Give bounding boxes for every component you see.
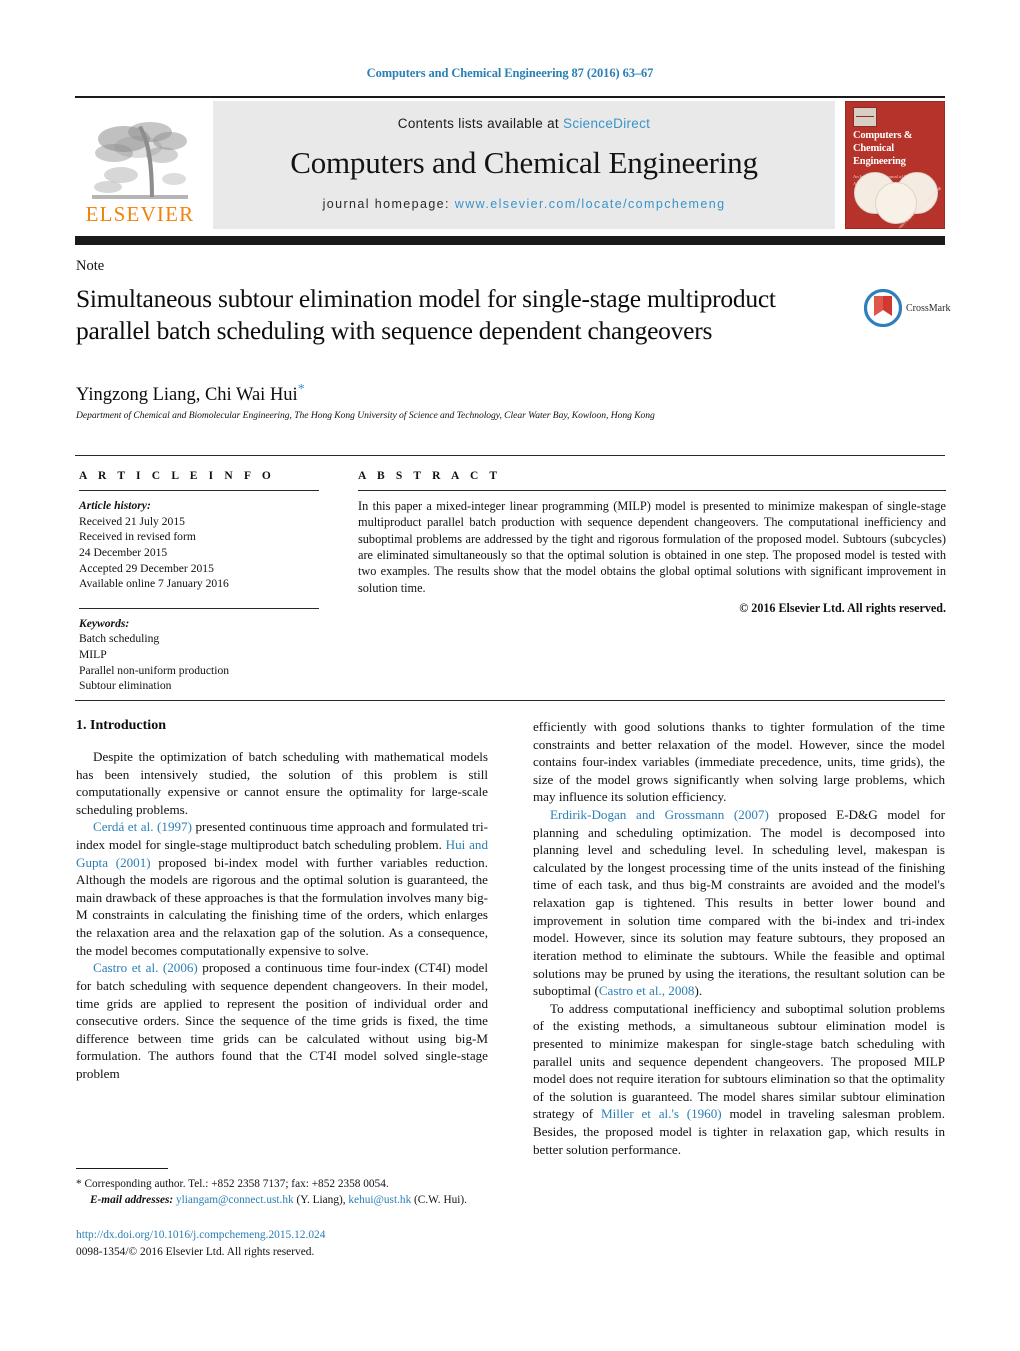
crossmark-icon [864,289,902,327]
elsevier-wordmark: ELSEVIER [85,202,195,226]
email-link-liang[interactable]: yliangam@connect.ust.hk [176,1194,294,1206]
cover-publisher-badge [853,107,877,127]
elsevier-tree-icon [88,117,192,203]
article-info-column: A R T I C L E I N F O Article history: R… [79,470,319,694]
body-text: To address computational inefficiency an… [533,1000,945,1122]
affiliation: Department of Chemical and Biomolecular … [76,410,655,421]
article-info-rule [79,490,319,491]
body-paragraph: Castro et al. (2006) proposed a continuo… [76,959,488,1082]
doi-link[interactable]: http://dx.doi.org/10.1016/j.compchemeng.… [76,1227,516,1244]
article-history-label: Article history: [79,499,151,512]
journal-cover-thumbnail: Computers & Chemical Engineering An Inte… [845,101,945,229]
body-text: Despite the optimization of batch schedu… [76,749,488,817]
masthead-top-rule [75,96,945,98]
citation-link[interactable]: Cerdá et al. (1997) [93,819,192,834]
email-addresses-label: E-mail addresses: [90,1194,174,1207]
footnote-corresponding-line: * Corresponding author. Tel.: +852 2358 … [76,1176,496,1192]
article-title: Simultaneous subtour elimination model f… [76,284,776,346]
journal-homepage-link[interactable]: www.elsevier.com/locate/compchemeng [455,197,726,211]
crossmark-badge[interactable]: CrossMark [864,287,964,329]
body-text: proposed E-D&G model for planning and sc… [533,807,945,999]
abstract-text: In this paper a mixed-integer linear pro… [358,499,946,595]
section-heading-introduction: 1. Introduction [76,718,166,733]
body-text: efficiently with good solutions thanks t… [533,719,945,805]
contents-prefix: Contents lists available at [397,115,564,131]
sciencedirect-link[interactable]: ScienceDirect [563,116,650,131]
doi-imprint-block: http://dx.doi.org/10.1016/j.compchemeng.… [76,1227,516,1260]
footnote-rule [76,1168,168,1169]
author-names: Yingzong Liang, Chi Wai Hui [76,385,298,406]
citation-link[interactable]: Castro et al., 2008 [599,983,695,998]
cover-title: Computers & Chemical Engineering [853,130,913,168]
abstract-rule [358,490,946,491]
keywords-rule [79,607,319,609]
body-paragraph: Despite the optimization of batch schedu… [76,748,488,818]
keyword-item: Parallel non-uniform production [79,663,230,677]
homepage-prefix: journal homepage: [322,196,455,211]
article-history-group: Article history: Received 21 July 2015 R… [79,498,319,592]
keywords-group: Keywords: Batch scheduling MILP Parallel… [79,616,319,694]
abstract-column: A B S T R A C T In this paper a mixed-in… [358,470,946,616]
article-type-label: Note [76,258,105,274]
body-paragraph: efficiently with good solutions thanks t… [533,718,945,806]
body-paragraph: Erdirik-Dogan and Grossmann (2007) propo… [533,806,945,1000]
running-head: Computers and Chemical Engineering 87 (2… [366,66,654,80]
author-list: Yingzong Liang, Chi Wai Hui* [76,382,305,406]
journal-title: Computers and Chemical Engineering [290,144,758,180]
keyword-item: Batch scheduling [79,632,160,646]
abstract-heading: A B S T R A C T [358,470,502,482]
body-text: proposed a continuous time four-index (C… [76,960,488,1081]
body-text: proposed bi-index model with further var… [76,854,488,958]
history-item: Received 21 July 2015 [79,514,185,528]
infoblock-top-rule [75,455,945,456]
citation-link[interactable]: Erdirik-Dogan and Grossmann (2007) [550,807,769,822]
left-paragraphs: Despite the optimization of batch schedu… [76,748,488,1083]
journal-masthead: ELSEVIER Contents lists available at Sci… [75,96,945,229]
elsevier-logo: ELSEVIER [75,101,205,229]
keyword-item: MILP [79,648,107,662]
infoblock-bottom-rule [75,700,945,701]
citation-link[interactable]: Miller et al.'s (1960) [601,1106,722,1121]
body-column-right: efficiently with good solutions thanks t… [533,718,945,1158]
body-text: ). [694,983,703,999]
issn-copyright-line: 0098-1354/© 2016 Elsevier Ltd. All right… [76,1245,315,1258]
article-info-heading: A R T I C L E I N F O [79,470,275,482]
body-paragraph: Cerdá et al. (1997) presented continuous… [76,818,488,959]
masthead-black-bar [75,236,945,245]
footnote-corresponding-text: Corresponding author. Tel.: +852 2358 71… [84,1178,389,1190]
email-link-hui[interactable]: kehui@ust.hk [348,1194,411,1206]
right-paragraphs: efficiently with good solutions thanks t… [533,718,945,1158]
abstract-copyright: © 2016 Elsevier Ltd. All rights reserved… [739,601,946,616]
journal-homepage-line: journal homepage: www.elsevier.com/locat… [323,197,726,211]
body-column-left: 1. Introduction Despite the optimization… [76,718,488,1083]
history-item: Received in revised form [79,530,196,544]
history-item: Available online 7 January 2016 [79,577,229,591]
journal-band: Contents lists available at ScienceDirec… [213,101,835,229]
corresponding-author-footnote: * Corresponding author. Tel.: +852 2358 … [76,1168,496,1209]
contents-available-line: Contents lists available at ScienceDirec… [398,116,650,131]
paper-page: Computers and Chemical Engineering 87 (2… [0,0,1020,1351]
footnote-marker: * [76,1178,82,1190]
corresponding-author-marker[interactable]: * [298,382,305,397]
crossmark-label: CrossMark [906,302,951,314]
email-owner-liang: (Y. Liang), [296,1194,346,1207]
citation-link[interactable]: Castro et al. (2006) [93,960,198,975]
history-item: 24 December 2015 [79,545,168,559]
footnote-email-line: E-mail addresses: yliangam@connect.ust.h… [76,1192,496,1208]
body-paragraph: To address computational inefficiency an… [533,1000,945,1158]
keyword-item: Subtour elimination [79,679,172,693]
email-owner-hui: (C.W. Hui). [414,1194,467,1207]
keywords-label: Keywords: [79,616,130,630]
history-item: Accepted 29 December 2015 [79,561,214,575]
